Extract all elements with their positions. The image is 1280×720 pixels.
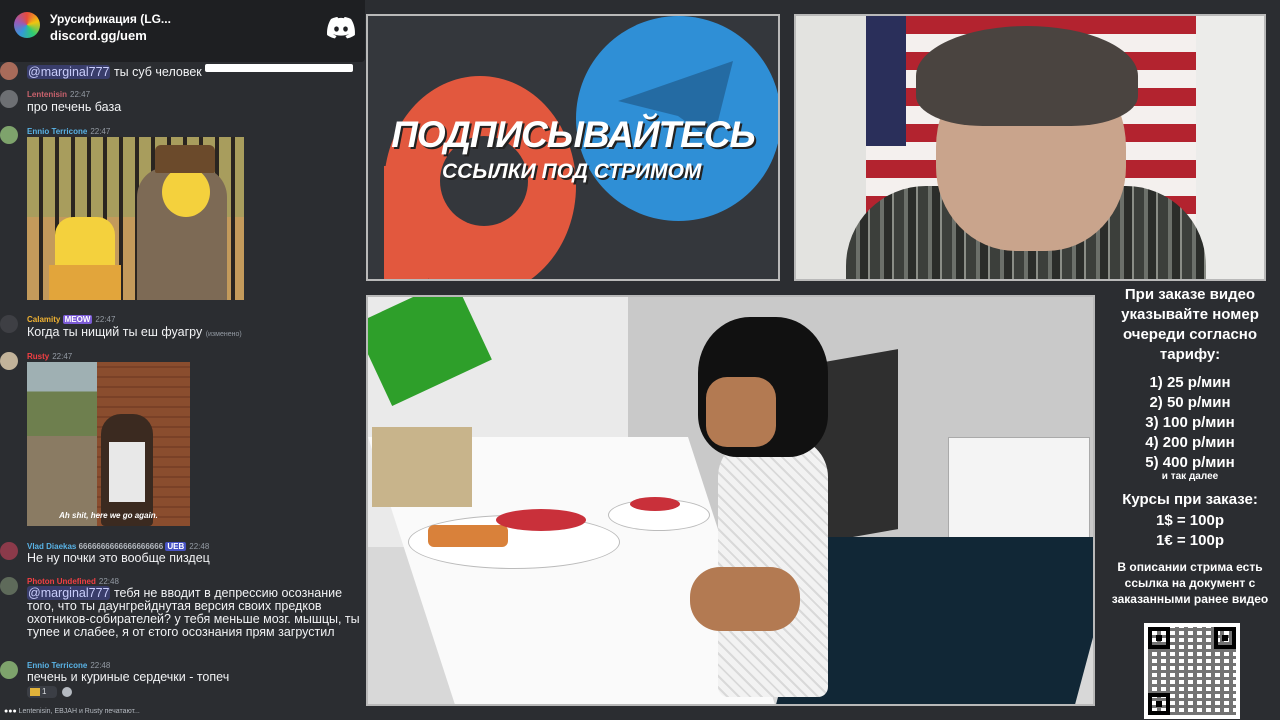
chat-message: Lentenisin 22:47 про печень база (0, 88, 365, 118)
add-reaction-icon[interactable] (62, 687, 72, 697)
chat-message: Calamity MEOW 22:47 Когда ты нищий ты еш … (0, 313, 365, 343)
tariff-item: 4) 200 р/мин (1145, 434, 1235, 451)
username[interactable]: Lentenisin 22:47 (27, 90, 90, 99)
user-avatar (0, 661, 18, 679)
rate-usd: 1$ = 100р (1156, 512, 1224, 529)
discord-chat-overlay: Урусификация (LG... discord.gg/uem @marg… (0, 0, 365, 720)
user-avatar (0, 315, 18, 333)
streamer-webcam (794, 14, 1266, 281)
user-mention[interactable]: @marginal777 (27, 586, 111, 600)
username[interactable]: Ennio Terricone 22:47 (27, 127, 110, 136)
message-text: печень и куриные сердечки - топеч (27, 670, 230, 684)
chat-message: Vlad Diaekas 6666666666666666666 UEB 22:4… (0, 540, 365, 570)
user-mention[interactable]: @marginal777 (27, 65, 111, 79)
typing-indicator: ●●● Lentenisin, EBJAH и Rusty печатают..… (4, 708, 140, 715)
message-text: @marginal777 тебя не вводит в депрессию … (27, 586, 360, 639)
simpsons-meme-image[interactable] (27, 137, 244, 300)
server-icon (14, 12, 40, 38)
user-avatar (0, 90, 18, 108)
server-name: Урусификация (LG... (50, 12, 171, 26)
gta-meme-image[interactable]: Ah shit, here we go again. (27, 362, 190, 526)
server-banner[interactable]: Урусификация (LG... discord.gg/uem (0, 0, 365, 62)
order-rules-panel: При заказе видео указывайте номер очеред… (1100, 285, 1280, 720)
qr-code-icon[interactable] (1144, 623, 1240, 719)
promo-title: ПОДПИСЫВАЙТЕСЬ (391, 114, 755, 155)
username[interactable]: Rusty 22:47 (27, 352, 72, 361)
user-avatar (0, 126, 18, 144)
message-text: Когда ты нищий ты еш фуагру (изменено) (27, 325, 242, 339)
message-text: Не ну почки это вообще пиздец (27, 551, 210, 565)
tariff-item: 5) 400 р/мин (1145, 454, 1235, 471)
username[interactable]: Ennio Terricone 22:48 (27, 661, 110, 670)
user-badge: MEOW (62, 315, 93, 324)
tariff-list: 1) 25 р/мин 2) 50 р/мин 3) 100 р/мин 4) … (1100, 373, 1280, 473)
subscribe-promo-panel: ПОДПИСЫВАЙТЕСЬ ССЫЛКИ ПОД СТРИМОМ (366, 14, 780, 281)
tariffs-more: и так далее (1161, 471, 1219, 482)
promo-subtitle: ССЫЛКИ ПОД СТРИМОМ (442, 160, 702, 183)
tariff-item: 1) 25 р/мин (1149, 374, 1231, 391)
message-text: про печень база (27, 100, 122, 114)
courses-heading: Курсы при заказе: (1122, 491, 1258, 508)
server-invite-link[interactable]: discord.gg/uem (50, 28, 147, 43)
username[interactable]: Calamity MEOW 22:47 (27, 315, 115, 324)
game-video-panel (366, 295, 1095, 706)
user-avatar (0, 542, 18, 560)
description-note: В описании стрима есть ссылка на докумен… (1111, 560, 1269, 606)
reaction-emoji-icon (30, 687, 40, 696)
rate-eur: 1€ = 100р (1156, 532, 1224, 549)
user-avatar (0, 577, 18, 595)
banner-progress-bar (205, 64, 353, 72)
message-text: @marginal777 ты суб человек (27, 65, 202, 79)
tariff-item: 2) 50 р/мин (1149, 394, 1231, 411)
chat-message: Photon Undefined 22:48 @marginal777 тебя … (0, 575, 365, 655)
tariff-item: 3) 100 р/мин (1145, 414, 1235, 431)
meme-caption: Ah shit, here we go again. (59, 511, 158, 520)
username[interactable]: Photon Undefined 22:48 (27, 577, 119, 586)
rules-heading: При заказе видео указывайте номер очеред… (1121, 286, 1259, 363)
username[interactable]: Vlad Diaekas 6666666666666666666 UEB 22:4… (27, 542, 209, 551)
chat-message: Ennio Terricone 22:48 печень и куриные се… (0, 659, 365, 699)
discord-logo-icon (327, 17, 355, 39)
plant-icon (368, 297, 492, 407)
user-badge: UEB (165, 542, 187, 551)
user-avatar (0, 62, 18, 80)
user-avatar (0, 352, 18, 370)
reaction-chip[interactable]: 1 (27, 686, 57, 698)
